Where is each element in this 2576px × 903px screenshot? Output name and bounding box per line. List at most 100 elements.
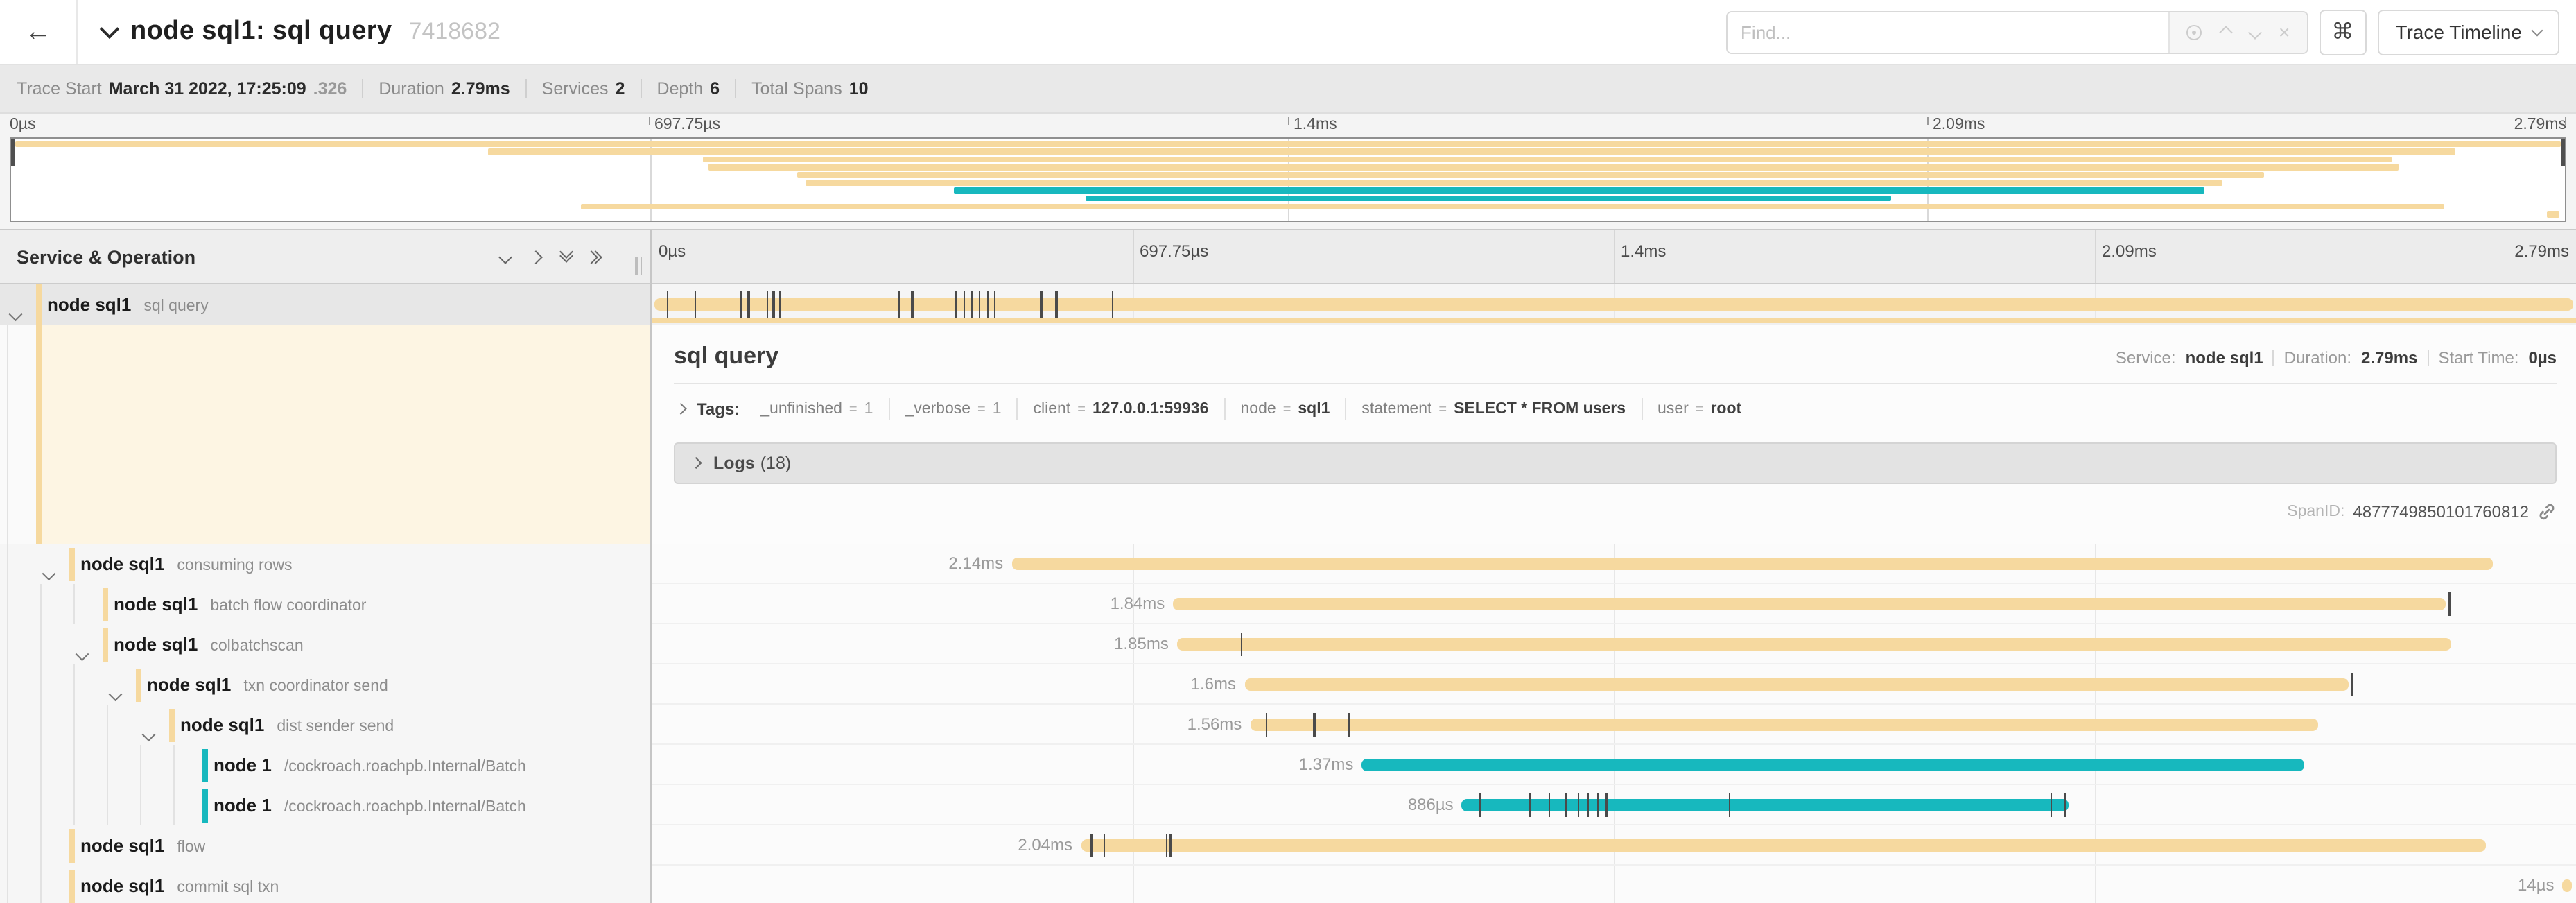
span-timeline-cell[interactable]: 1.85ms bbox=[652, 624, 2576, 664]
tag-value: sql1 bbox=[1298, 401, 1330, 418]
chevron-down-icon[interactable] bbox=[111, 680, 120, 705]
span-bar[interactable] bbox=[1361, 759, 2304, 771]
timeline-gridline bbox=[2095, 866, 2096, 903]
span-log-marker bbox=[1314, 713, 1315, 737]
span-operation-name: txn coordinator send bbox=[243, 678, 388, 695]
span-color-bar bbox=[169, 708, 175, 741]
span-bar[interactable] bbox=[1011, 558, 2494, 570]
indent-guide bbox=[7, 745, 8, 785]
span-tree-item[interactable]: node sql1consuming rows bbox=[0, 544, 652, 584]
clear-search-icon[interactable]: × bbox=[2279, 22, 2290, 42]
span-log-marker bbox=[971, 291, 973, 318]
span-timeline-cell[interactable]: 1.84ms bbox=[652, 584, 2576, 624]
span-bar[interactable] bbox=[1081, 839, 2485, 852]
expand-all-icon[interactable] bbox=[592, 252, 600, 261]
minimap-left-scrubber[interactable] bbox=[11, 139, 15, 166]
span-timeline-cell[interactable]: 1.37ms bbox=[652, 745, 2576, 785]
span-tree-item[interactable]: node sql1commit sql txn bbox=[0, 866, 652, 903]
back-button[interactable]: ← bbox=[0, 0, 78, 64]
view-selector-button[interactable]: Trace Timeline bbox=[2377, 9, 2559, 55]
chevron-down-icon[interactable] bbox=[78, 639, 87, 664]
ruler-gridline bbox=[2095, 230, 2096, 283]
find-prev-icon[interactable] bbox=[2218, 25, 2232, 39]
span-timeline-cell[interactable]: 2.04ms bbox=[652, 825, 2576, 866]
collapse-all-icon[interactable] bbox=[562, 252, 571, 261]
chevron-right-icon bbox=[675, 404, 686, 415]
span-duration-label: 1.84ms bbox=[1068, 584, 1165, 624]
span-tree-item[interactable]: node 1/cockroach.roachpb.Internal/Batch bbox=[0, 745, 652, 785]
find-input[interactable] bbox=[1727, 12, 2168, 52]
timeline-gridline bbox=[1133, 785, 1134, 824]
trace-title-group[interactable]: node sql1: sql query 7418682 bbox=[78, 17, 1725, 47]
duration-value: 2.79ms bbox=[2361, 348, 2417, 368]
span-color-bar bbox=[202, 748, 208, 782]
minimap-span-bar bbox=[708, 164, 2399, 171]
span-bar[interactable] bbox=[1244, 678, 2349, 691]
tags-row[interactable]: Tags: _unfinished=1_verbose=1client=127.… bbox=[674, 398, 2557, 420]
timeline-gridline bbox=[1133, 866, 1134, 903]
span-color-bar bbox=[36, 284, 42, 325]
collapse-one-icon[interactable] bbox=[498, 250, 512, 264]
chevron-down-icon[interactable] bbox=[11, 300, 20, 325]
minimap-right-scrubber[interactable] bbox=[2561, 139, 2565, 166]
span-bar[interactable] bbox=[654, 298, 2573, 311]
span-bar[interactable] bbox=[1462, 799, 2068, 811]
span-operation-name: sql query bbox=[143, 298, 208, 315]
span-timeline-cell[interactable]: 14µs bbox=[652, 866, 2576, 903]
span-log-marker bbox=[2351, 673, 2352, 696]
link-icon[interactable] bbox=[2537, 502, 2557, 522]
column-resizer-grip[interactable] bbox=[635, 257, 642, 275]
chevron-down-icon[interactable] bbox=[44, 559, 53, 584]
span-tree-item[interactable]: node sql1colbatchscan bbox=[0, 624, 652, 664]
minimap-span-bar bbox=[2547, 212, 2559, 218]
span-duration-label: 2.14ms bbox=[906, 544, 1003, 584]
equals-sign: = bbox=[1696, 402, 1704, 417]
span-log-marker bbox=[898, 291, 899, 318]
equals-sign: = bbox=[1438, 402, 1447, 417]
span-id-label: SpanID: bbox=[2287, 504, 2344, 520]
indent-guide bbox=[40, 624, 42, 664]
keyboard-shortcuts-button[interactable]: ⌘ bbox=[2319, 9, 2366, 55]
trace-stat: Trace StartMarch 31 2022, 17:25:09.326 bbox=[17, 79, 347, 98]
span-tree-item[interactable]: node sql1batch flow coordinator bbox=[0, 584, 652, 624]
locate-icon[interactable] bbox=[2186, 24, 2201, 40]
indent-guide bbox=[173, 745, 175, 785]
find-next-icon[interactable] bbox=[2247, 25, 2261, 39]
span-log-marker bbox=[1104, 834, 1105, 857]
span-bar[interactable] bbox=[2563, 879, 2573, 892]
tag-key: user bbox=[1657, 401, 1689, 418]
span-tree-item[interactable]: node sql1txn coordinator send bbox=[0, 664, 652, 705]
span-color-bar bbox=[202, 789, 208, 822]
span-bar[interactable] bbox=[1173, 598, 2445, 610]
find-suffix: × bbox=[2168, 12, 2306, 52]
span-timeline-cell[interactable]: 1.6ms bbox=[652, 664, 2576, 705]
logs-row[interactable]: Logs (18) bbox=[674, 442, 2557, 484]
span-log-marker bbox=[1165, 834, 1167, 857]
span-operation-name: dist sender send bbox=[277, 719, 394, 735]
span-tree-item[interactable]: node sql1flow bbox=[0, 825, 652, 866]
span-tree-item[interactable]: node 1/cockroach.roachpb.Internal/Batch bbox=[0, 785, 652, 825]
chevron-down-icon[interactable] bbox=[100, 19, 119, 38]
stat-value: March 31 2022, 17:25:09 bbox=[109, 79, 306, 98]
span-timeline-cell[interactable]: 886µs bbox=[652, 785, 2576, 825]
chevron-down-icon[interactable] bbox=[144, 720, 153, 745]
span-log-marker bbox=[912, 291, 913, 318]
expand-one-icon[interactable] bbox=[529, 250, 543, 264]
span-bar[interactable] bbox=[1177, 638, 2451, 651]
minimap-viewport[interactable] bbox=[10, 137, 2566, 222]
span-bar[interactable] bbox=[1250, 719, 2318, 731]
span-tree-item[interactable]: node sql1dist sender send bbox=[0, 705, 652, 745]
span-timeline-cell[interactable] bbox=[652, 284, 2576, 325]
span-tree-item[interactable]: node sql1sql query bbox=[0, 284, 652, 325]
tag-key: _verbose bbox=[905, 401, 971, 418]
span-row: node sql1flow2.04ms bbox=[0, 825, 2576, 866]
timeline-gridline bbox=[1133, 705, 1134, 743]
span-log-marker bbox=[1587, 793, 1588, 817]
minimap-axis-label: 2.09ms bbox=[1933, 117, 1985, 133]
indent-guide bbox=[7, 544, 8, 584]
span-timeline-cell[interactable]: 1.56ms bbox=[652, 705, 2576, 745]
span-timeline-cell[interactable]: 2.14ms bbox=[652, 544, 2576, 584]
tag-key: client bbox=[1034, 401, 1071, 418]
span-rows: node sql1consuming rows 2.14ms node sql1ba… bbox=[0, 544, 2576, 903]
indent-guide bbox=[173, 785, 175, 825]
